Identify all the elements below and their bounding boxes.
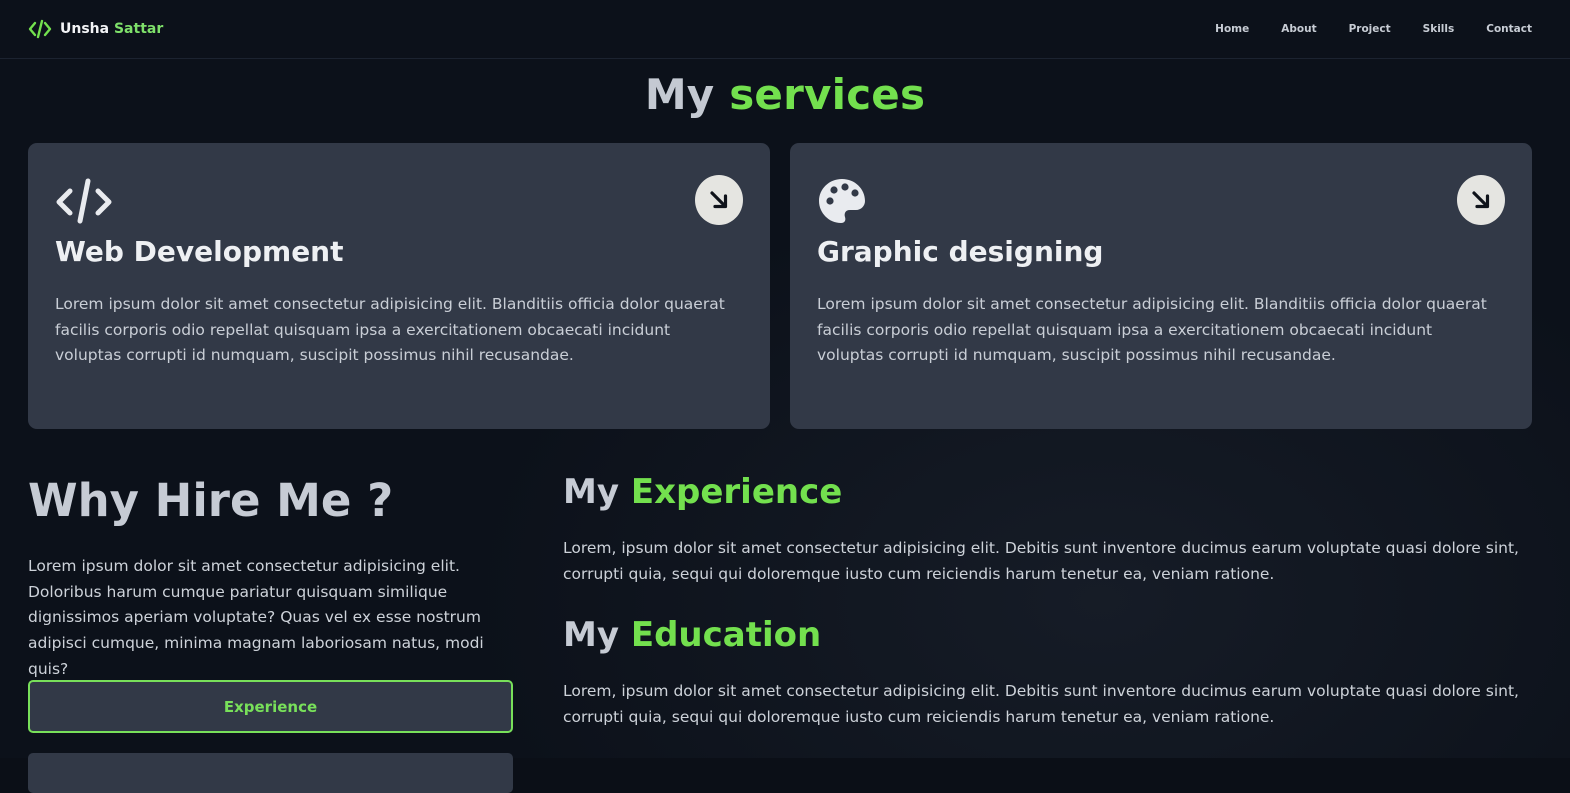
experience-button[interactable]: Experience <box>28 680 513 733</box>
education-text: Lorem, ipsum dolor sit amet consectetur … <box>563 682 1519 726</box>
why-hire-title: Why Hire Me ? <box>28 474 394 527</box>
nav-about[interactable]: About <box>1281 23 1316 35</box>
why-hire-text: Lorem ipsum dolor sit amet consectetur a… <box>28 557 484 678</box>
site-header: Unsha Sattar Home About Project Skills C… <box>0 0 1570 59</box>
main-nav: Home About Project Skills Contact <box>1183 23 1532 35</box>
nav-home[interactable]: Home <box>1215 23 1249 35</box>
nav-project[interactable]: Project <box>1349 23 1391 35</box>
education-button[interactable] <box>28 753 513 793</box>
palette-icon <box>819 179 865 223</box>
experience-text: Lorem, ipsum dolor sit amet consectetur … <box>563 539 1519 583</box>
code-icon <box>28 19 52 39</box>
code-icon <box>56 178 112 224</box>
nav-contact[interactable]: Contact <box>1486 23 1532 35</box>
card-title: Graphic designing <box>817 235 1104 268</box>
experience-title: My Experience <box>563 472 843 512</box>
arrow-down-right-icon <box>1472 191 1490 209</box>
nav-skills[interactable]: Skills <box>1423 23 1455 35</box>
arrow-down-right-button[interactable] <box>695 175 743 225</box>
card-description: Lorem ipsum dolor sit amet consectetur a… <box>55 295 725 364</box>
service-card-web-development: Web Development Lorem ipsum dolor sit am… <box>28 143 770 429</box>
brand-logo[interactable]: Unsha Sattar <box>28 19 163 39</box>
education-title: My Education <box>563 615 822 655</box>
brand-name: Unsha Sattar <box>60 21 164 37</box>
services-title: My services <box>644 70 926 119</box>
service-card-graphic-designing: Graphic designing Lorem ipsum dolor sit … <box>790 143 1532 429</box>
card-description: Lorem ipsum dolor sit amet consectetur a… <box>817 295 1487 364</box>
arrow-down-right-button[interactable] <box>1457 175 1505 225</box>
arrow-down-right-icon <box>710 191 728 209</box>
card-title: Web Development <box>55 235 344 268</box>
